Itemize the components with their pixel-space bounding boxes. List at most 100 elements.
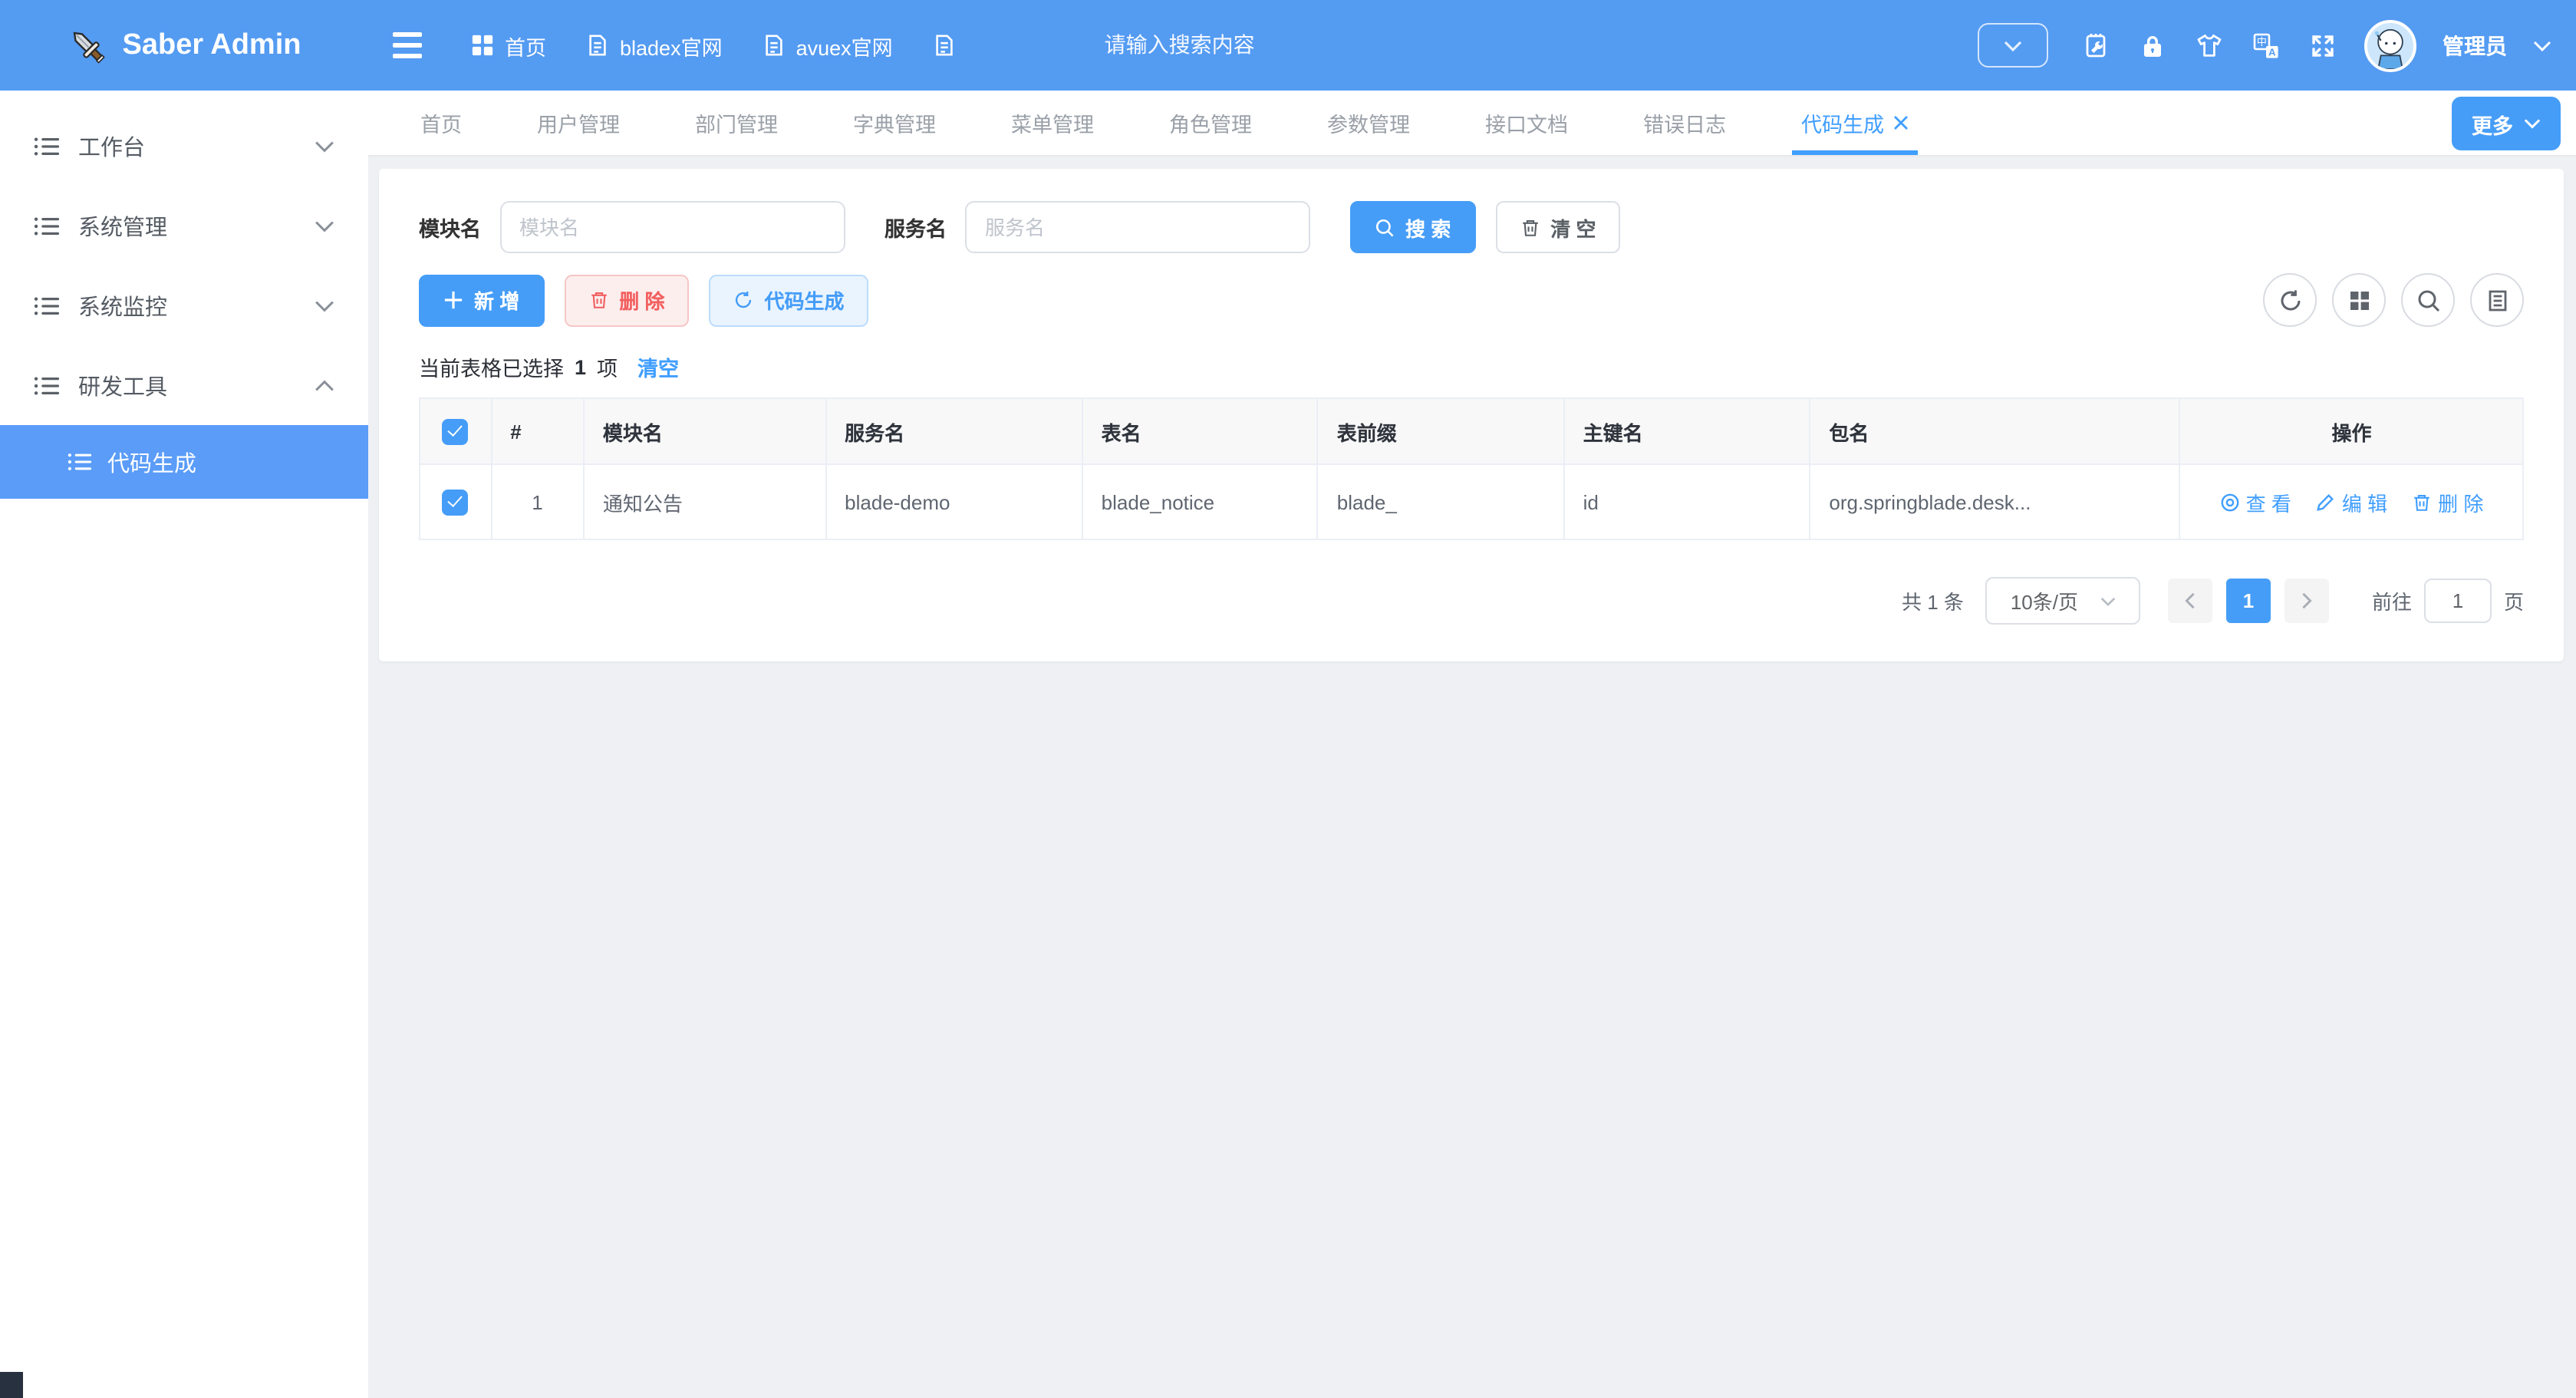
trash-icon — [1520, 217, 1540, 237]
topmenu-avuex[interactable]: avuex官网 — [763, 30, 893, 61]
tag-collapse-button[interactable] — [1978, 23, 2048, 68]
data-view-button[interactable] — [2470, 273, 2524, 327]
sidebar-item-label: 工作台 — [78, 130, 296, 162]
chevron-up-icon — [315, 375, 334, 395]
cell-service-name: blade-demo — [825, 464, 1082, 539]
tag-dept-mgmt[interactable]: 部门管理 — [695, 91, 778, 155]
tag-label: 错误日志 — [1643, 107, 1726, 138]
trash-icon — [2412, 492, 2432, 512]
cell-module-name: 通知公告 — [584, 464, 825, 539]
col-table-prefix: 表前缀 — [1318, 398, 1564, 464]
delete-label: 删 除 — [2438, 487, 2483, 516]
row-checkbox[interactable] — [443, 489, 469, 515]
tag-label: 角色管理 — [1169, 107, 1252, 138]
tag-user-mgmt[interactable]: 用户管理 — [537, 91, 620, 155]
clear-button[interactable]: 清 空 — [1495, 201, 1620, 253]
topmenu-label: bladex官网 — [620, 30, 723, 61]
chevron-down-icon — [2004, 36, 2022, 54]
selection-unit: 项 — [597, 351, 618, 382]
chevron-left-icon — [2182, 592, 2199, 609]
tag-role-mgmt[interactable]: 角色管理 — [1169, 91, 1252, 155]
topmenu-label: 首页 — [505, 30, 546, 61]
corner-block — [0, 1372, 23, 1398]
tag-code-generation-active[interactable]: 代码生成 — [1801, 91, 1909, 155]
module-name-input[interactable] — [499, 201, 845, 253]
topmenu-test-page[interactable] — [933, 34, 967, 57]
sidebar-item-system-mgmt[interactable]: 系统管理 — [0, 186, 368, 265]
list-icon — [34, 133, 60, 159]
tag-api-doc[interactable]: 接口文档 — [1485, 91, 1568, 155]
page-size-value: 10条/页 — [2011, 586, 2078, 615]
service-name-input[interactable] — [965, 201, 1310, 253]
sidebar-item-system-monitor[interactable]: 系统监控 — [0, 265, 368, 345]
selection-clear-link[interactable]: 清空 — [637, 351, 679, 382]
user-chevron-down-icon[interactable] — [2533, 36, 2551, 54]
theme-icon[interactable] — [2194, 30, 2225, 61]
topmenu-bladex[interactable]: bladex官网 — [586, 30, 723, 61]
tag-view-bar: 首页 用户管理 部门管理 字典管理 菜单管理 角色管理 参数管理 接口文档 错误… — [368, 91, 2576, 157]
header-main: 首页 bladex官网 avuex官网 — [368, 0, 2576, 91]
prev-page-button[interactable] — [2168, 579, 2212, 623]
list-icon — [34, 372, 60, 398]
sidebar-item-workbench[interactable]: 工作台 — [0, 106, 368, 186]
goto-page-input[interactable] — [2424, 579, 2492, 623]
refresh-button[interactable] — [2263, 273, 2317, 327]
view-link[interactable]: 查 看 — [2220, 487, 2291, 516]
document-icon — [586, 34, 609, 57]
select-all-checkbox[interactable] — [443, 418, 469, 444]
tag-menu-mgmt[interactable]: 菜单管理 — [1011, 91, 1094, 155]
content-card: 模块名 服务名 搜 索 清 空 — [379, 169, 2564, 661]
next-page-button[interactable] — [2284, 579, 2329, 623]
search-button[interactable]: 搜 索 — [1350, 201, 1475, 253]
delete-link[interactable]: 删 除 — [2412, 487, 2483, 516]
cell-index: 1 — [491, 464, 584, 539]
fullscreen-icon[interactable] — [2308, 30, 2338, 61]
edit-link[interactable]: 编 辑 — [2316, 487, 2387, 516]
column-setting-button[interactable] — [2332, 273, 2386, 327]
page-size-select[interactable]: 10条/页 — [1985, 577, 2140, 625]
user-name[interactable]: 管理员 — [2443, 30, 2507, 61]
global-search — [1105, 31, 1335, 59]
tag-error-log[interactable]: 错误日志 — [1643, 91, 1726, 155]
brand-title: Saber Admin — [123, 28, 301, 62]
col-service-name: 服务名 — [825, 398, 1082, 464]
codegen-button[interactable]: 代码生成 — [710, 274, 869, 326]
table-row[interactable]: 1 通知公告 blade-demo blade_notice blade_ id… — [420, 464, 2523, 539]
brand-logo[interactable]: Saber Admin — [0, 0, 368, 91]
grid-toolbar — [2263, 273, 2524, 327]
debug-tool-icon[interactable] — [2080, 30, 2111, 61]
tag-label: 代码生成 — [1801, 107, 1884, 138]
delete-button[interactable]: 删 除 — [564, 274, 689, 326]
more-button[interactable]: 更多 — [2452, 97, 2561, 150]
collapse-menu-icon[interactable] — [393, 32, 422, 58]
tag-home[interactable]: 首页 — [420, 91, 462, 155]
tag-label: 菜单管理 — [1011, 107, 1094, 138]
sword-icon — [68, 25, 107, 65]
body-wrap: 工作台 系统管理 系统监控 研发工具 代码生成 — [0, 91, 2576, 1398]
add-label: 新 增 — [474, 285, 519, 315]
lock-screen-icon[interactable] — [2137, 30, 2168, 61]
main-area: 首页 用户管理 部门管理 字典管理 菜单管理 角色管理 参数管理 接口文档 错误… — [368, 91, 2576, 1398]
search-toggle-button[interactable] — [2401, 273, 2455, 327]
tag-label: 字典管理 — [853, 107, 936, 138]
add-button[interactable]: 新 增 — [419, 274, 544, 326]
topmenu-home[interactable]: 首页 — [471, 30, 546, 61]
tag-dict-mgmt[interactable]: 字典管理 — [853, 91, 936, 155]
tab-close-icon[interactable] — [1893, 115, 1909, 130]
tag-param-mgmt[interactable]: 参数管理 — [1327, 91, 1410, 155]
col-primary-key: 主键名 — [1564, 398, 1810, 464]
page-1-button[interactable]: 1 — [2226, 579, 2271, 623]
sidebar-item-code-generation[interactable]: 代码生成 — [0, 425, 368, 499]
search-icon — [1375, 217, 1395, 237]
pagination: 共 1 条 10条/页 1 前往 页 — [419, 577, 2524, 625]
language-icon[interactable]: 中A — [2251, 30, 2281, 61]
sidebar-item-dev-tools[interactable]: 研发工具 — [0, 345, 368, 425]
delete-label: 删 除 — [619, 285, 664, 315]
user-avatar[interactable] — [2364, 19, 2416, 71]
chevron-down-icon — [315, 295, 334, 315]
col-module-name: 模块名 — [584, 398, 825, 464]
topmenu-label: avuex官网 — [796, 30, 893, 61]
toolbar: 新 增 删 除 代码生成 — [419, 273, 2524, 327]
global-search-input[interactable] — [1105, 31, 1335, 56]
cell-table-name: blade_notice — [1082, 464, 1318, 539]
